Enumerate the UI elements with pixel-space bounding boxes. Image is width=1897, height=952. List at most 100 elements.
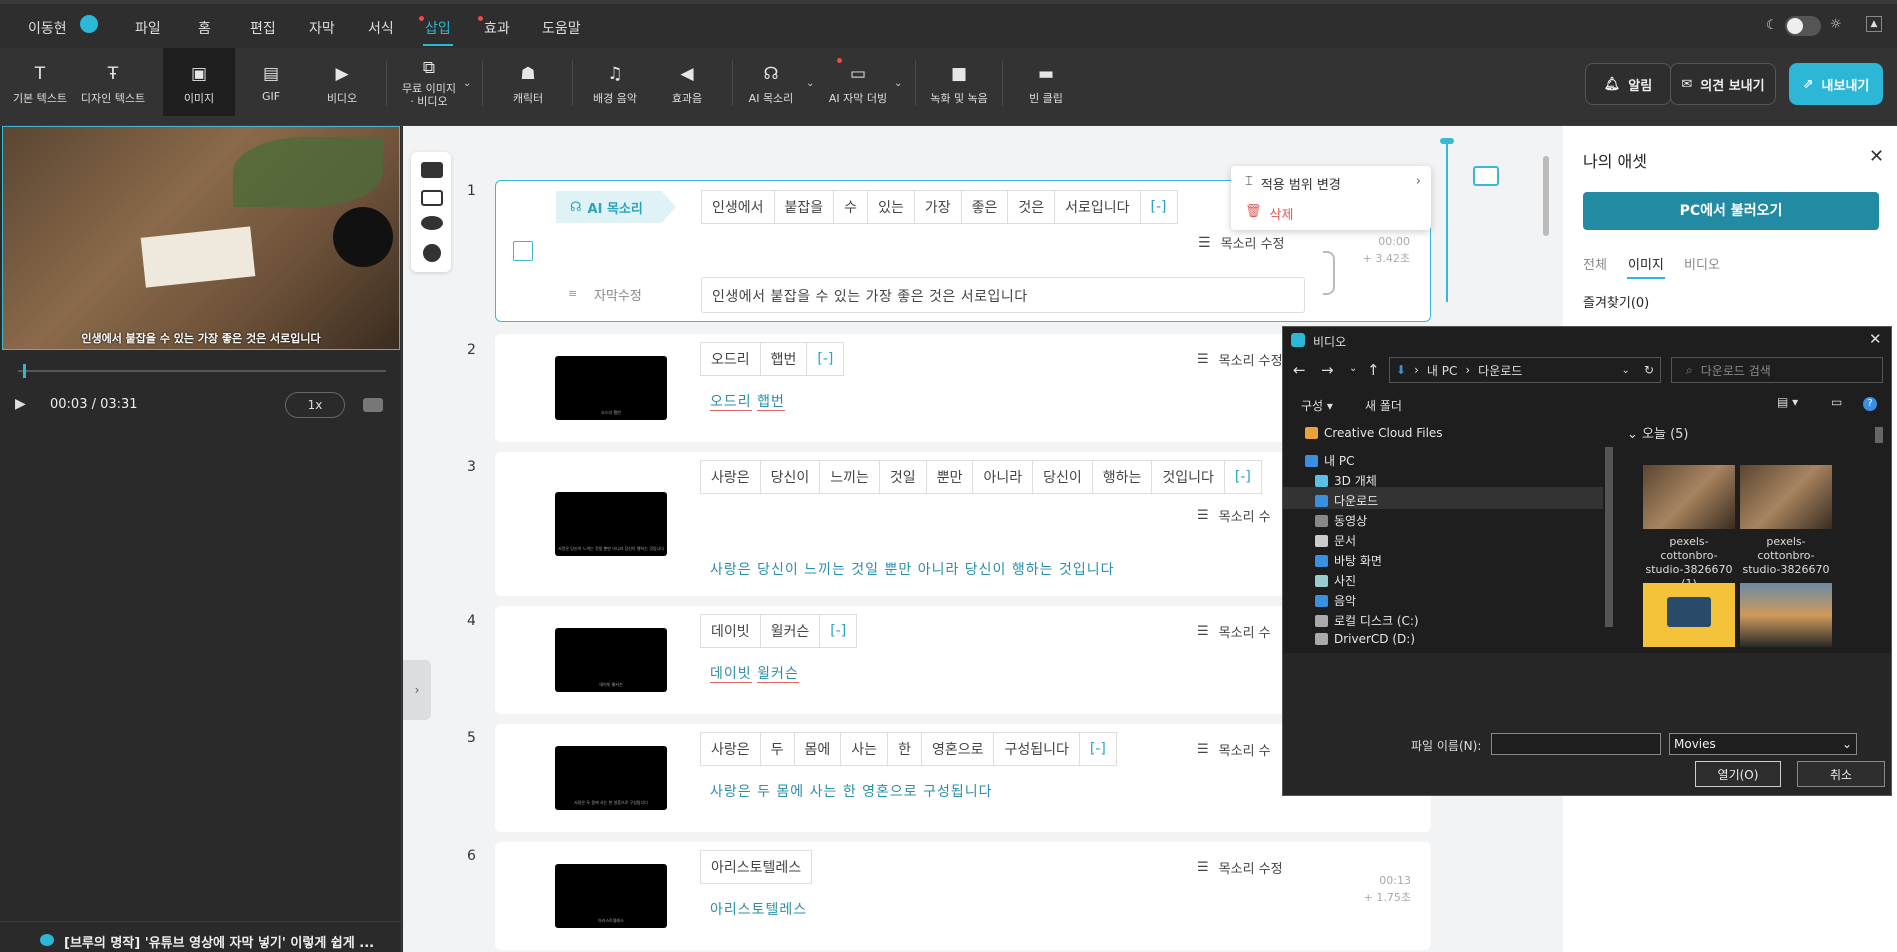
voice-edit-button[interactable]: ☰ 목소리 수정 (1197, 350, 1283, 369)
word-chip[interactable]: 있는 (867, 190, 915, 224)
tree-item[interactable]: 동영상 (1315, 512, 1367, 529)
dialog-close-icon[interactable]: ✕ (1869, 330, 1882, 348)
tree-item[interactable]: 내 PC (1305, 452, 1354, 469)
word-chip[interactable]: 아리스토텔레스 (700, 850, 813, 884)
word-chip[interactable]: 당신이 (1032, 460, 1093, 494)
subtitle-text[interactable]: 오드리 햅번 (710, 391, 785, 411)
chevron-down-icon[interactable]: ⌄ (1349, 363, 1357, 374)
tab-all[interactable]: 전체 (1583, 254, 1607, 273)
subtitle-input[interactable]: 인생에서 붙잡을 수 있는 가장 좋은 것은 서로입니다 (701, 277, 1305, 313)
word-chip[interactable]: 것은 (1007, 190, 1056, 224)
address-bar[interactable]: ⬇ › 내 PC › 다운로드 ⌄ ↻ (1389, 357, 1661, 383)
voice-edit-button[interactable]: ☰ 목소리 수정 (1198, 233, 1285, 253)
chevron-down-icon[interactable]: ⌄ (463, 78, 471, 89)
chevron-down-icon[interactable]: ⌄ (806, 78, 814, 89)
up-icon[interactable]: ↑ (1367, 361, 1380, 379)
eye-icon[interactable] (421, 216, 443, 230)
clip-thumbnail[interactable]: 사랑은 당신이 느끼는 것일 뿐만 아니라 당신이 행하는 것입니다 (555, 492, 667, 556)
design-text-button[interactable]: Ŧ 디자인 텍스트 (78, 48, 148, 116)
favorites-label[interactable]: 즐겨찾기(0) (1583, 292, 1649, 311)
empty-clip-button[interactable]: ▬ 빈 클립 (1012, 48, 1080, 116)
word-chip[interactable]: 것일 (878, 460, 927, 494)
word-chip[interactable]: 한 (887, 732, 922, 766)
tree-item[interactable]: 로컬 디스크 (C:) (1315, 612, 1419, 629)
word-chip[interactable]: 영혼으로 (920, 732, 995, 766)
word-chip[interactable]: 붙잡을 (773, 190, 835, 224)
seek-track[interactable] (18, 364, 386, 378)
tree-item[interactable]: Creative Cloud Files (1305, 426, 1443, 440)
clip-thumbnail[interactable]: 아리스토텔레스 (555, 864, 667, 928)
word-chip[interactable]: 햅번 (759, 342, 808, 376)
word-chip[interactable]: 두 (759, 732, 795, 766)
chevron-down-icon[interactable]: ⌄ (1622, 365, 1630, 376)
play-icon[interactable]: ▶ (15, 396, 26, 412)
clip-thumbnail[interactable]: 오드리 햅번 (555, 356, 667, 420)
tree-item[interactable]: DriverCD (D:) (1315, 632, 1415, 646)
footer-link[interactable]: [브루의 명작] '유튜브 영상에 자막 넣기' 이렇게 쉽게 ... (64, 932, 374, 951)
close-icon[interactable]: ✕ (1869, 146, 1884, 167)
layers-icon[interactable] (423, 244, 441, 262)
word-chip[interactable]: 구성됩니다 (993, 732, 1080, 766)
subtitle-row[interactable]: 아리스토텔레스 아리스토텔레스 ☰ 목소리 수정 아리스토텔레스 00:13 + 1… (495, 842, 1431, 950)
tree-item[interactable]: 바탕 화면 (1315, 552, 1382, 569)
open-button[interactable]: 열기(O) (1695, 761, 1781, 787)
word-chip[interactable]: 데이빗 (700, 614, 761, 648)
basic-text-button[interactable]: T 기본 텍스트 (6, 48, 74, 116)
file-item[interactable]: pexels-cottonbro-studio-3826670 (1) (1643, 465, 1735, 591)
cancel-button[interactable]: 취소 (1797, 761, 1885, 787)
menu-home[interactable]: 홈 (198, 18, 211, 38)
record-button[interactable]: ■ 녹화 및 녹음 (924, 48, 994, 116)
word-chip[interactable]: 느끼는 (819, 460, 880, 494)
break-chip[interactable]: [-] (1139, 190, 1178, 224)
scope-change-item[interactable]: ⌶ 적용 범위 변경 › (1245, 174, 1421, 193)
fullscreen-icon[interactable] (363, 398, 383, 412)
tree-scrollbar[interactable] (1605, 447, 1613, 627)
bgm-button[interactable]: ♫ 배경 음악 (581, 48, 649, 116)
speed-button[interactable]: 1x (285, 392, 345, 418)
free-media-button[interactable]: ⧉ 무료 이미지 · 비디오 (394, 48, 464, 116)
sfx-button[interactable]: ◀ 효과음 (653, 48, 721, 116)
break-chip[interactable]: [-] (1223, 460, 1262, 494)
preview-pane-icon[interactable]: ▭ (1831, 395, 1842, 409)
image-clip-icon[interactable] (1473, 166, 1499, 186)
filename-input[interactable] (1491, 733, 1661, 755)
gif-button[interactable]: ▤ GIF (237, 48, 305, 116)
tab-image[interactable]: 이미지 (1628, 254, 1664, 273)
break-chip[interactable]: [-] (1078, 732, 1117, 766)
alert-button[interactable]: 🔔︎ 알림 (1585, 63, 1671, 105)
word-chip[interactable]: 아니라 (972, 460, 1034, 494)
video-button[interactable]: ▶ 비디오 (308, 48, 376, 116)
subtitle-text[interactable]: 사랑은 당신이 느끼는 것일 뿐만 아니라 당신이 행하는 것입니다 (710, 559, 1114, 579)
voice-edit-button[interactable]: ☰ 목소리 수 (1197, 622, 1271, 641)
word-chip[interactable]: 사랑은 (700, 732, 761, 766)
break-chip[interactable]: [-] (806, 342, 845, 376)
back-icon[interactable]: ← (1293, 361, 1306, 379)
feedback-button[interactable]: ✉ 의견 보내기 (1670, 63, 1776, 105)
break-chip[interactable]: [-] (819, 614, 858, 648)
ai-voice-tag[interactable]: ☊ AI 목소리 (556, 191, 676, 223)
ai-dubbing-button[interactable]: ▭ AI 자막 더빙 (822, 48, 894, 116)
file-item[interactable]: pexels-cottonbro-studio-3826670 (1740, 465, 1832, 577)
face-icon[interactable] (421, 162, 443, 178)
word-chip[interactable]: 수 (833, 190, 869, 224)
refresh-icon[interactable]: ↻ (1638, 363, 1660, 377)
word-chip[interactable]: 좋은 (960, 190, 1009, 224)
clip-thumbnail[interactable]: 사랑은 두 몸에 사는 한 영혼으로 구성됩니다 (555, 746, 667, 810)
ai-voice-button[interactable]: ☊ AI 목소리 (737, 48, 805, 116)
tree-item[interactable]: 문서 (1315, 532, 1356, 549)
row-checkbox[interactable] (513, 241, 533, 261)
word-chip[interactable]: 사는 (840, 732, 889, 766)
tree-item[interactable]: 사진 (1315, 572, 1356, 589)
avatar-icon[interactable] (80, 15, 98, 33)
word-chip[interactable]: 뿐만 (925, 460, 974, 494)
side-expand-tab[interactable]: › (403, 660, 431, 720)
preview-video[interactable]: 인생에서 붙잡을 수 있는 가장 좋은 것은 서로입니다 (2, 126, 400, 350)
filetype-select[interactable]: Movies ⌄ (1669, 733, 1857, 755)
load-from-pc-button[interactable]: PC에서 불러오기 (1583, 192, 1879, 230)
chevron-down-icon[interactable]: ⌄ (894, 78, 902, 89)
timeline-marker-head[interactable] (1440, 138, 1454, 144)
word-chip[interactable]: 인생에서 (701, 190, 775, 224)
subtitle-text[interactable]: 데이빗 윌커슨 (710, 663, 799, 683)
word-chip[interactable]: 것입니다 (1151, 460, 1225, 494)
word-chip[interactable]: 당신이 (759, 460, 821, 494)
